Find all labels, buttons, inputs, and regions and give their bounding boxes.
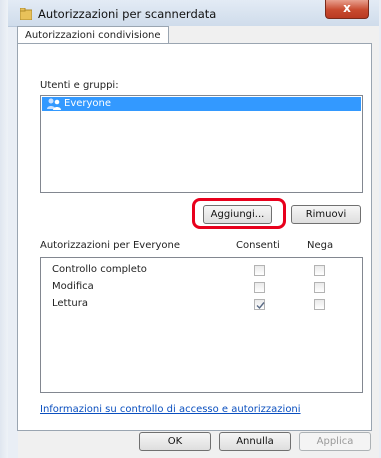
permissions-list: Controllo completo Modifica Lettura — [40, 257, 363, 393]
permission-name: Modifica — [52, 281, 94, 292]
permission-row-modify: Modifica — [41, 280, 362, 296]
permission-name: Controllo completo — [52, 264, 147, 275]
allow-checkbox-read[interactable] — [254, 299, 265, 310]
list-item-label: Everyone — [64, 98, 112, 109]
checkmark-icon — [256, 302, 265, 310]
close-button[interactable]: x — [325, 0, 369, 19]
tab-share-permissions[interactable]: Autorizzazioni condivisione — [17, 26, 169, 44]
users-groups-label: Utenti e gruppi: — [40, 80, 119, 91]
permission-name: Lettura — [52, 298, 88, 309]
deny-checkbox-full-control[interactable] — [314, 265, 325, 276]
allow-column-header: Consenti — [236, 240, 280, 251]
allow-checkbox-modify[interactable] — [254, 282, 265, 293]
list-item-everyone[interactable]: Everyone — [42, 97, 361, 111]
apply-button[interactable]: Applica — [299, 432, 371, 451]
users-group-icon — [46, 98, 62, 110]
permission-row-full-control: Controllo completo — [41, 263, 362, 279]
permissions-header: Autorizzazioni per Everyone — [40, 240, 180, 251]
ok-button[interactable]: OK — [139, 432, 211, 451]
deny-checkbox-read[interactable] — [314, 299, 325, 310]
access-control-info-link[interactable]: Informazioni su controllo di accesso e a… — [40, 404, 301, 415]
remove-button[interactable]: Rimuovi — [291, 205, 361, 224]
users-listbox[interactable]: Everyone — [40, 95, 363, 193]
deny-column-header: Nega — [307, 240, 334, 251]
deny-checkbox-modify[interactable] — [314, 282, 325, 293]
allow-checkbox-full-control[interactable] — [254, 265, 265, 276]
permission-row-read: Lettura — [41, 297, 362, 313]
window-title: Autorizzazioni per scannerdata — [38, 7, 217, 21]
add-button[interactable]: Aggiungi... — [203, 205, 272, 224]
title-bar[interactable]: Autorizzazioni per scannerdata x — [8, 0, 379, 27]
folder-icon — [19, 7, 33, 21]
cancel-button[interactable]: Annulla — [219, 432, 291, 451]
window-left-edge — [0, 0, 8, 458]
